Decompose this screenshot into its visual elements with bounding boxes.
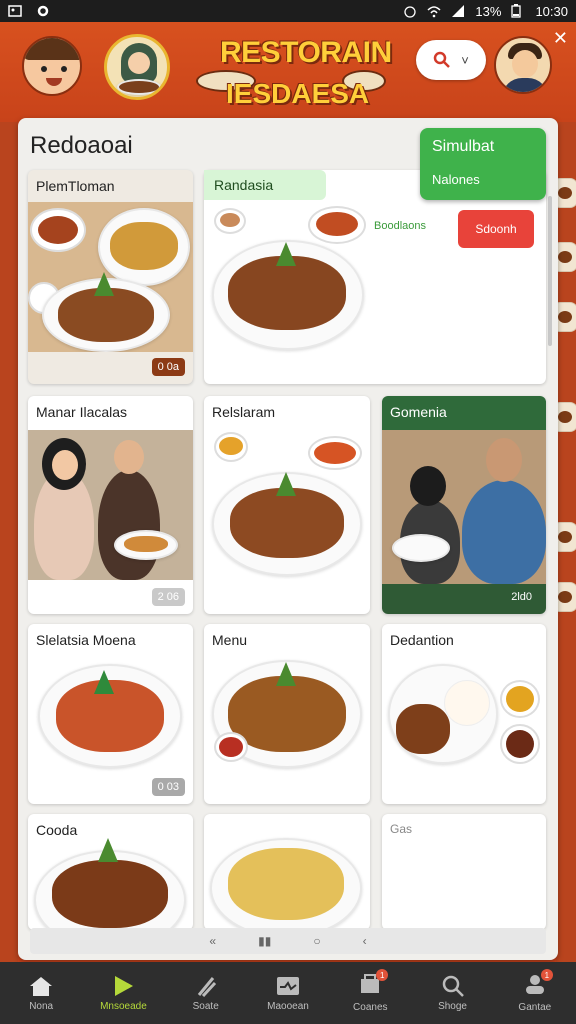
card-badge: 0 03 [151, 778, 185, 796]
menu-card[interactable]: Cooda [28, 814, 193, 930]
popup-title: Simulbat [432, 138, 495, 155]
nav-home[interactable]: Nona [0, 962, 82, 1024]
signal-icon [451, 4, 465, 18]
nav-profile[interactable]: 1 Gantae [494, 962, 576, 1024]
panel-title: Redoaoai [30, 132, 133, 159]
nav-videos[interactable]: Mnsoeade [82, 962, 164, 1024]
status-bar: 13% 10:30 [0, 0, 576, 22]
card-title: Gas [390, 822, 413, 836]
notification-badge: 1 [376, 969, 389, 981]
nav-label: Gantae [518, 1002, 552, 1013]
panel-navigation: « ▮▮ ○ ‹ [30, 928, 546, 954]
avatar-girl[interactable] [104, 34, 170, 100]
search-dish-button[interactable]: Sdoonh [458, 210, 534, 248]
menu-card-empty[interactable]: Gas [382, 814, 546, 930]
back-double-icon[interactable]: « [209, 934, 216, 948]
home-circle-icon[interactable]: ○ [313, 934, 320, 948]
nav-food[interactable]: Soate [165, 962, 247, 1024]
card-title: PlemTloman [36, 178, 115, 194]
menu-card-featured[interactable] [204, 170, 546, 384]
photo-icon [8, 4, 22, 18]
search-icon [442, 975, 464, 997]
popup-subtitle: Nalones [432, 172, 480, 187]
right-decor-strip [552, 122, 576, 962]
bottom-navigation: Nona Mnsoeade Soate Maooean 1 Coanes Sho… [0, 962, 576, 1024]
message-icon [276, 976, 299, 995]
clock: 10:30 [535, 3, 568, 19]
nav-label: Mnsoeade [100, 1000, 147, 1012]
search-button[interactable]: ˅ [416, 40, 486, 80]
nav-label: Maooean [267, 1000, 309, 1012]
close-icon[interactable]: ✕ [553, 28, 568, 49]
play-icon [115, 975, 134, 996]
nav-search[interactable]: Shoge [411, 962, 493, 1024]
battery-percent: 13% [475, 3, 502, 19]
nav-messages[interactable]: Maooean [247, 962, 329, 1024]
promo-popup[interactable]: Simulbat Nalones [420, 128, 546, 200]
card-title: Gomenia [390, 404, 447, 420]
dish-photo [28, 202, 193, 352]
restaurant-logo: RESTORAIN IESDAESA [196, 34, 392, 114]
menu-card[interactable]: Relslaram [204, 396, 370, 614]
menu-card[interactable]: Menu [204, 624, 370, 804]
card-title: Dedantion [390, 632, 454, 648]
card-title: Relslaram [212, 404, 276, 420]
menu-card[interactable]: PlemTloman 0 0a [28, 170, 193, 384]
menu-card[interactable]: Slelatsia Moena 0 03 [28, 624, 193, 804]
nav-label: Shoge [438, 1000, 467, 1012]
avatar-man[interactable] [494, 36, 552, 94]
nav-label: Soate [192, 1000, 219, 1012]
menu-card[interactable]: Manar Ilacalas 2 06 [28, 396, 193, 614]
search-icon [433, 51, 451, 68]
logo-title: RESTORAIN [220, 36, 392, 69]
wifi-icon [427, 4, 441, 18]
card-title: Cooda [36, 822, 78, 838]
card-badge: 2ld0 [511, 591, 532, 603]
menu-card[interactable] [204, 814, 370, 930]
nav-cart[interactable]: 1 Coanes [329, 962, 411, 1024]
home-icon [30, 976, 53, 996]
menu-card[interactable]: Dedantion [382, 624, 546, 804]
settings-icon [36, 4, 50, 18]
menu-card[interactable]: Gomenia 2ld0 [382, 396, 546, 614]
chevron-down-icon: ˅ [461, 52, 469, 68]
card-badge: 2 06 [151, 588, 185, 606]
alarm-icon [403, 4, 417, 18]
nav-label: Coanes [353, 1002, 388, 1013]
restaurant-panel: Redoaoai PlemTloman 0 0a Randasia Boodla… [18, 118, 558, 960]
more-link[interactable]: Boodlaons [374, 220, 426, 232]
nav-label: Nona [29, 1000, 54, 1012]
recents-icon[interactable]: ▮▮ [258, 934, 271, 948]
notification-badge: 1 [540, 969, 553, 981]
battery-icon [511, 4, 525, 18]
scrollbar[interactable] [548, 196, 552, 346]
card-title: Manar Ilacalas [36, 404, 128, 420]
card-title: Menu [212, 632, 248, 648]
app-header: RESTORAIN IESDAESA ˅ ✕ [0, 22, 576, 122]
avatar-boy[interactable] [22, 36, 82, 96]
utensils-icon [197, 976, 216, 997]
back-icon[interactable]: ‹ [363, 934, 367, 948]
card-badge: 0 0a [151, 358, 185, 376]
logo-subtitle: IESDAESA [226, 78, 370, 109]
card-title: Slelatsia Moena [36, 632, 136, 648]
left-decor-strip [0, 122, 18, 962]
diners-photo [382, 430, 546, 584]
category-tag[interactable]: Randasia [204, 170, 326, 200]
diners-photo [28, 430, 193, 580]
